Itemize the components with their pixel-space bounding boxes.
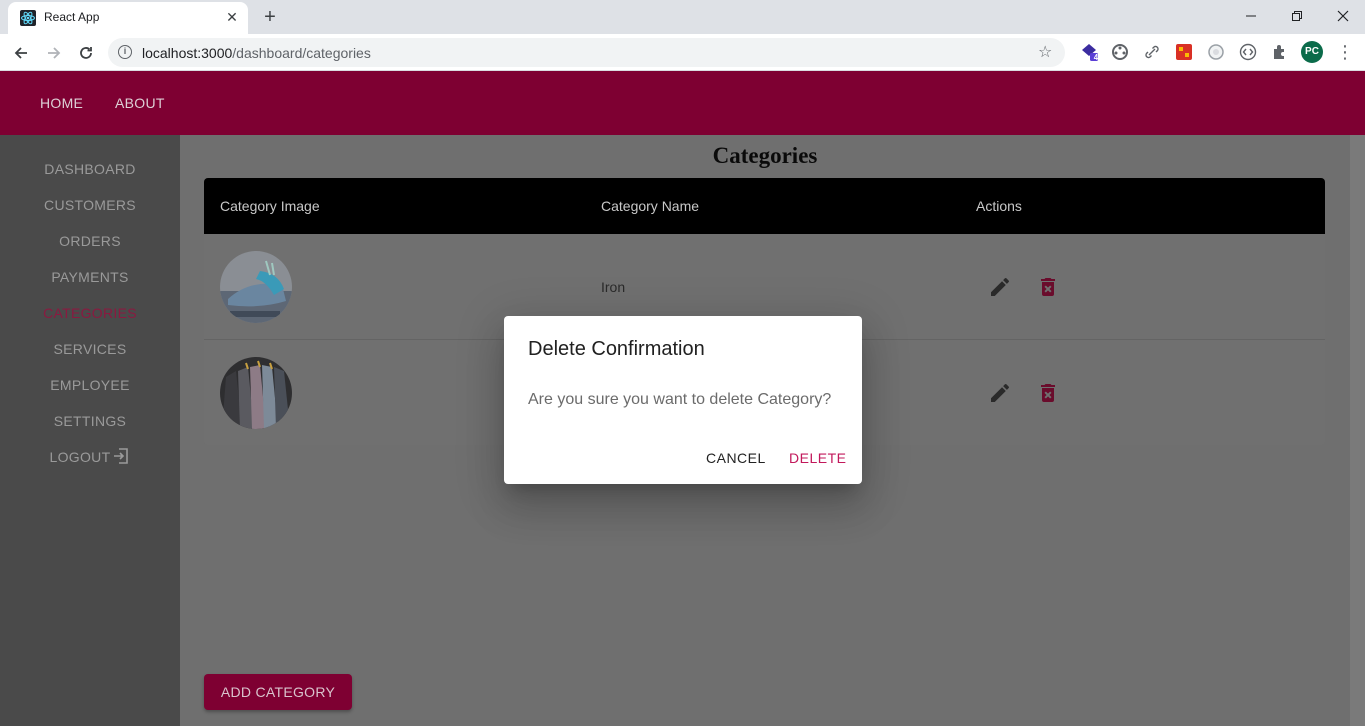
dialog-message: Are you sure you want to delete Category… <box>528 391 832 408</box>
page-title: Categories <box>712 143 818 168</box>
reload-icon[interactable] <box>74 40 98 64</box>
profile-avatar[interactable]: PC <box>1301 41 1323 63</box>
close-tab-icon[interactable]: ✕ <box>224 9 240 25</box>
browser-tab[interactable]: React App ✕ <box>8 2 248 34</box>
logout-label: LOGOUT <box>49 449 111 465</box>
delete-button[interactable]: DELETE <box>789 450 846 466</box>
sidebar-item-services[interactable]: SERVICES <box>0 341 180 357</box>
edit-pencil-icon[interactable] <box>988 275 1012 299</box>
category-name: Iron <box>601 279 626 295</box>
url-path: /dashboard/categories <box>232 45 371 61</box>
url-text[interactable]: localhost:3000/dashboard/categories <box>142 45 371 61</box>
close-window-icon[interactable] <box>1330 4 1356 26</box>
sidebar-item-logout[interactable]: LOGOUT <box>0 447 180 468</box>
tab-title: React App <box>44 10 100 24</box>
extension-badge: 4 <box>1093 53 1099 62</box>
bookmark-star-icon[interactable]: ☆ <box>1038 42 1052 62</box>
back-arrow-icon[interactable] <box>9 40 33 64</box>
nav-about-link[interactable]: ABOUT <box>115 95 165 111</box>
site-info-icon[interactable]: i <box>118 45 132 59</box>
header-actions: Actions <box>976 198 1022 214</box>
browser-toolbar: i localhost:3000/dashboard/categories ☆ … <box>0 34 1365 71</box>
screen: React App ✕ + i localhost:3000/dashboard… <box>0 0 1365 726</box>
sidebar-item-customers[interactable]: CUSTOMERS <box>0 197 180 213</box>
react-logo-icon <box>20 10 36 26</box>
extension-code-icon[interactable] <box>1239 43 1257 61</box>
add-category-button[interactable]: ADD CATEGORY <box>204 674 352 710</box>
cancel-button[interactable]: CANCEL <box>706 450 766 466</box>
table-header: Category Image Category Name Actions <box>204 178 1325 234</box>
extension-red-app-icon[interactable] <box>1175 43 1193 61</box>
sidebar-item-dashboard[interactable]: DASHBOARD <box>0 161 180 177</box>
category-image-shirts <box>220 357 292 429</box>
sidebar-item-categories[interactable]: CATEGORIES <box>0 305 180 321</box>
category-image-iron <box>220 251 292 323</box>
extensions-puzzle-icon[interactable] <box>1271 43 1289 61</box>
delete-trash-icon[interactable] <box>1036 275 1060 299</box>
sidebar-item-employee[interactable]: EMPLOYEE <box>0 377 180 393</box>
delete-trash-icon[interactable] <box>1036 381 1060 405</box>
sidebar-item-orders[interactable]: ORDERS <box>0 233 180 249</box>
sidebar: DASHBOARD CUSTOMERS ORDERS PAYMENTS CATE… <box>0 135 180 726</box>
header-category-name: Category Name <box>601 198 700 214</box>
extension-film-icon[interactable] <box>1111 43 1129 61</box>
sidebar-item-settings[interactable]: SETTINGS <box>0 413 180 429</box>
browser-menu-icon[interactable]: ⋮ <box>1336 40 1354 64</box>
delete-confirmation-dialog: Delete Confirmation Are you sure you wan… <box>504 316 862 484</box>
address-bar[interactable]: i localhost:3000/dashboard/categories ☆ <box>108 38 1065 67</box>
restore-icon[interactable] <box>1284 4 1310 26</box>
browser-tabstrip: React App ✕ + <box>0 0 1365 34</box>
page-scrollbar[interactable] <box>1350 135 1365 726</box>
header-category-image: Category Image <box>220 198 320 214</box>
url-host: localhost:3000 <box>142 45 233 61</box>
new-tab-button[interactable]: + <box>258 5 282 29</box>
edit-pencil-icon[interactable] <box>988 381 1012 405</box>
nav-home-link[interactable]: HOME <box>40 95 83 111</box>
dialog-title: Delete Confirmation <box>528 338 705 360</box>
forward-arrow-icon[interactable] <box>42 40 66 64</box>
extension-circle-icon[interactable] <box>1207 43 1225 61</box>
sidebar-item-payments[interactable]: PAYMENTS <box>0 269 180 285</box>
minimize-icon[interactable] <box>1238 4 1264 26</box>
logout-icon <box>112 447 130 468</box>
extension-link-icon[interactable] <box>1143 43 1161 61</box>
app-header: HOME ABOUT <box>0 71 1365 135</box>
